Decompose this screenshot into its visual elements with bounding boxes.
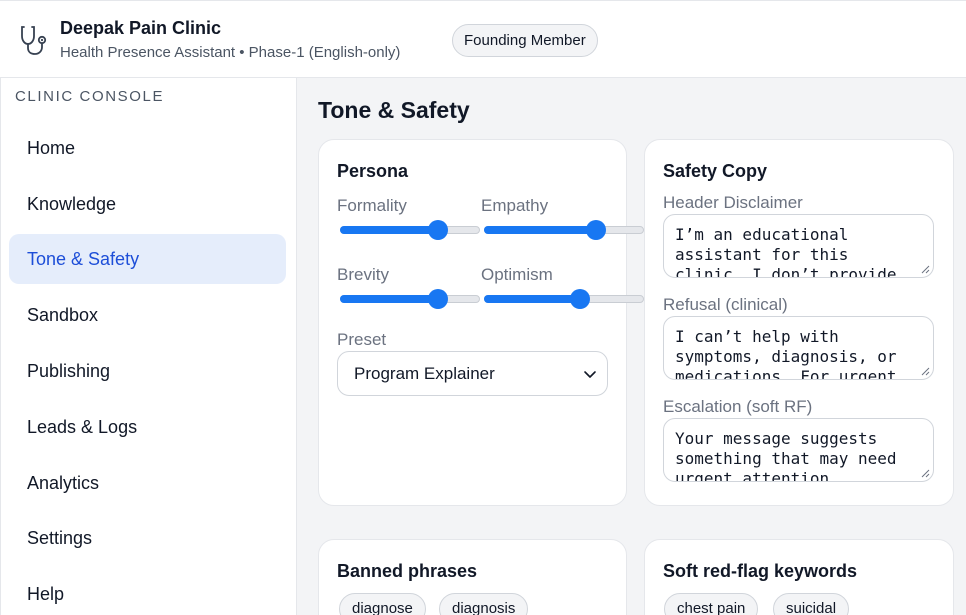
red-flag-chip[interactable]: chest pain <box>664 593 759 615</box>
resize-grip-icon[interactable] <box>920 264 930 274</box>
slider-thumb[interactable] <box>428 289 448 309</box>
resize-grip-icon[interactable] <box>920 468 930 478</box>
sidebar-item-tone-safety[interactable]: Tone & Safety <box>9 234 286 284</box>
optimism-label: Optimism <box>481 265 553 284</box>
red-flag-chip[interactable]: suicidal <box>773 593 850 615</box>
preset-value: Program Explainer <box>354 364 495 383</box>
refusal-textarea[interactable]: I can’t help with symptoms, diagnosis, o… <box>663 316 934 380</box>
escalation-label: Escalation (soft RF) <box>663 397 813 416</box>
sidebar: CLINIC CONSOLE Home Knowledge Tone & Saf… <box>0 78 297 615</box>
slider-thumb[interactable] <box>586 220 606 240</box>
persona-card <box>318 139 627 506</box>
clinic-name: Deepak Pain Clinic <box>60 18 222 38</box>
preset-label: Preset <box>337 330 387 349</box>
brevity-label: Brevity <box>337 265 389 284</box>
preset-select[interactable]: Program Explainer <box>337 351 608 396</box>
refusal-text: I can’t help with symptoms, diagnosis, o… <box>675 327 897 380</box>
slider-fill <box>484 295 580 303</box>
banned-phrases-title: Banned phrases <box>337 561 478 581</box>
chevron-down-icon <box>584 371 596 378</box>
banned-phrase-chip[interactable]: diagnose <box>339 593 426 615</box>
header-subtitle: Health Presence Assistant • Phase-1 (Eng… <box>60 44 401 61</box>
header-disclaimer-textarea[interactable]: I’m an educational assistant for this cl… <box>663 214 934 278</box>
sidebar-item-help[interactable]: Help <box>9 569 286 615</box>
slider-fill <box>340 226 438 234</box>
sidebar-item-settings[interactable]: Settings <box>9 513 286 563</box>
header-disclaimer-text: I’m an educational assistant for this cl… <box>675 225 897 278</box>
slider-thumb[interactable] <box>570 289 590 309</box>
app-header: Deepak Pain Clinic Health Presence Assis… <box>0 0 966 78</box>
stethoscope-icon <box>21 26 47 55</box>
sidebar-item-home[interactable]: Home <box>9 123 286 173</box>
resize-grip-icon[interactable] <box>920 366 930 376</box>
slider-fill <box>484 226 596 234</box>
brevity-slider[interactable] <box>340 289 480 309</box>
formality-label: Formality <box>337 196 407 215</box>
persona-title: Persona <box>337 161 409 181</box>
escalation-text: Your message suggests something that may… <box>675 429 897 482</box>
empathy-label: Empathy <box>481 196 549 215</box>
refusal-label: Refusal (clinical) <box>663 295 788 314</box>
formality-slider[interactable] <box>340 220 480 240</box>
sidebar-item-analytics[interactable]: Analytics <box>9 458 286 508</box>
slider-thumb[interactable] <box>428 220 448 240</box>
slider-fill <box>340 295 438 303</box>
header-disclaimer-label: Header Disclaimer <box>663 193 803 212</box>
red-flag-keywords-title: Soft red-flag keywords <box>663 561 858 581</box>
optimism-slider[interactable] <box>484 289 644 309</box>
banned-phrase-chip[interactable]: diagnosis <box>439 593 529 615</box>
sidebar-item-leads-logs[interactable]: Leads & Logs <box>9 402 286 452</box>
sidebar-section-label: CLINIC CONSOLE <box>15 88 165 105</box>
empathy-slider[interactable] <box>484 220 644 240</box>
safety-copy-title: Safety Copy <box>663 161 768 181</box>
sidebar-item-publishing[interactable]: Publishing <box>9 346 286 396</box>
sidebar-item-sandbox[interactable]: Sandbox <box>9 290 286 340</box>
founding-member-badge: Founding Member <box>452 24 598 57</box>
sidebar-item-knowledge[interactable]: Knowledge <box>9 179 286 229</box>
page-title: Tone & Safety <box>318 97 470 123</box>
escalation-textarea[interactable]: Your message suggests something that may… <box>663 418 934 482</box>
